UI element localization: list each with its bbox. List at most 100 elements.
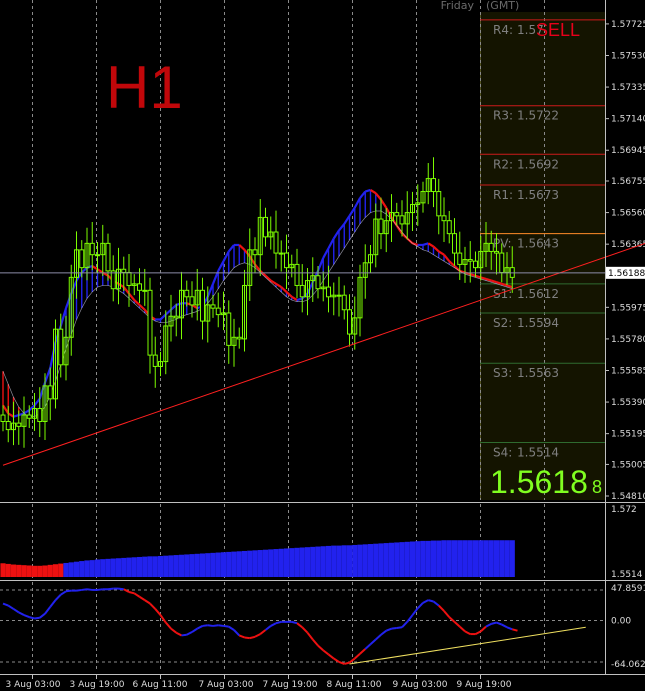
histogram-bar [294, 547, 300, 577]
oscillator-line [118, 587, 124, 591]
pivot-label: S4: [493, 446, 512, 460]
histogram-bar [73, 561, 80, 577]
histogram-bar [268, 549, 274, 577]
candle-body [47, 385, 53, 400]
histogram-bar [509, 540, 515, 577]
candle-body [336, 294, 342, 297]
candle-body [142, 289, 148, 292]
y-axis-label: 1.54810 [611, 492, 645, 502]
candle-body [252, 249, 258, 256]
histogram-bar [0, 563, 6, 577]
histogram-bar [352, 544, 358, 577]
current-price-axis-label: 1.56188 [608, 269, 645, 279]
histogram-bar [26, 565, 32, 577]
pivot-value: 1.5594 [517, 316, 559, 330]
y-axis-label: 1.57725 [611, 20, 645, 30]
candle-body [488, 242, 494, 252]
histogram-bar [121, 557, 127, 577]
candle-body [184, 289, 190, 298]
candle-body [89, 242, 95, 256]
oscillator-line [396, 626, 403, 629]
histogram-bar [173, 555, 179, 577]
candle-body [137, 283, 142, 291]
oscillator-axis-label: 47.8591 [611, 584, 645, 594]
candle-body [273, 231, 279, 254]
candle-body [347, 309, 352, 335]
oscillator-line [249, 635, 256, 640]
candle-body [294, 263, 300, 286]
oscillator-line [490, 621, 497, 625]
y-axis-label: 1.56560 [611, 209, 645, 219]
histogram-bar [451, 540, 458, 577]
ma-fast-line [496, 281, 503, 285]
histogram-bar [157, 556, 164, 577]
oscillator-line [97, 588, 103, 591]
histogram-bar [10, 564, 17, 577]
y-axis-label: 1.56755 [611, 177, 645, 187]
oscillator-line [291, 620, 298, 625]
histogram-bar [42, 565, 48, 577]
y-axis-label: 1.55780 [611, 335, 645, 345]
histogram-bar [362, 544, 368, 577]
pivot-value: 1.5563 [517, 366, 559, 380]
pivot-label: S2: [493, 316, 512, 330]
histogram-bar [504, 540, 510, 577]
candle-body [95, 254, 100, 257]
y-axis-label: 1.55390 [611, 398, 645, 408]
ma-fast-line [296, 297, 303, 302]
oscillator-line [511, 628, 518, 632]
oscillator-line [65, 589, 72, 593]
y-axis-label: 1.55585 [611, 366, 645, 376]
pivot-label: S3: [493, 366, 512, 380]
candle-body [467, 259, 473, 262]
histogram-bar [436, 540, 442, 577]
histogram-bar [341, 545, 347, 577]
oscillator-line [244, 636, 250, 640]
y-axis-label: 1.55975 [611, 303, 645, 313]
pivot-label: R3: [493, 109, 513, 123]
candle-body [263, 216, 268, 238]
y-axis-label: 1.55005 [611, 460, 645, 470]
oscillator-line [76, 588, 82, 592]
candle-body [0, 414, 6, 423]
histogram-bar [467, 540, 473, 577]
histogram-bar [100, 559, 106, 577]
oscillator-axis-label: 0.00 [611, 616, 631, 626]
histogram-bar [409, 541, 416, 577]
histogram-bar [189, 554, 195, 577]
candle-body [326, 286, 331, 298]
histogram-bar [483, 540, 489, 577]
candle-body [215, 307, 221, 316]
histogram-bar [367, 544, 374, 577]
x-axis-label: 9 Aug 19:00 [457, 680, 512, 690]
histogram-bar [68, 562, 74, 577]
candle-body [110, 270, 116, 290]
ma-fast-line [469, 273, 476, 277]
histogram-bar [399, 542, 405, 577]
histogram-bar [58, 563, 64, 577]
current-price-large: 1.5618 [490, 464, 588, 500]
histogram-bar [425, 540, 431, 577]
histogram-bar [226, 551, 232, 577]
histogram-bar [257, 550, 263, 577]
ma-fast-line [422, 242, 429, 247]
oscillator-line [181, 633, 187, 637]
oscillator-line [34, 616, 40, 620]
histogram-bar [462, 540, 468, 577]
ma-fast-line [475, 274, 482, 279]
histogram-bar [94, 559, 101, 577]
oscillator-line [207, 624, 214, 627]
candle-body [210, 304, 216, 309]
candle-body [278, 252, 284, 255]
histogram-bar [446, 540, 452, 577]
oscillator-line [28, 616, 35, 620]
oscillator-line [275, 620, 282, 625]
x-axis-label: 7 Aug 03:00 [199, 680, 254, 690]
histogram-bar [378, 543, 384, 577]
histogram-bar [247, 550, 253, 577]
oscillator-line [107, 587, 114, 591]
histogram-bar [278, 548, 284, 577]
oscillator-line [427, 599, 434, 603]
pivot-zone [480, 12, 605, 500]
histogram-bar [357, 544, 363, 577]
